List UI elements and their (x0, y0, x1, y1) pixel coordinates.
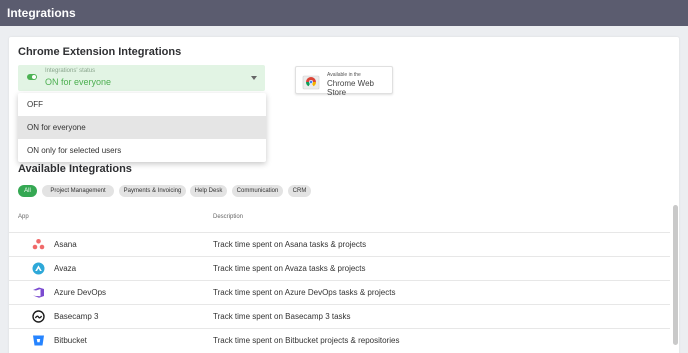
chip-help-desk[interactable]: Help Desk (190, 185, 227, 197)
app-description: Track time spent on Bitbucket projects &… (213, 336, 400, 345)
available-integrations-title: Available Integrations (18, 163, 132, 175)
content-card: Chrome Extension Integrations Integratio… (9, 37, 679, 353)
status-option-on-selected[interactable]: ON only for selected users (18, 139, 266, 162)
store-name: Chrome Web Store (327, 79, 374, 97)
app-name: Asana (54, 240, 77, 249)
basecamp-icon (32, 310, 45, 323)
table-row[interactable]: Basecamp 3 Track time spent on Basecamp … (9, 304, 670, 328)
store-caption: Available in the (327, 72, 361, 78)
chip-all[interactable]: All (18, 185, 37, 197)
app-description: Track time spent on Basecamp 3 tasks (213, 312, 351, 321)
bitbucket-icon (33, 335, 44, 346)
app-description: Track time spent on Azure DevOps tasks &… (213, 288, 396, 297)
status-option-on-everyone[interactable]: ON for everyone (18, 116, 266, 139)
chrome-web-store-icon (302, 75, 320, 90)
column-description: Description (213, 214, 244, 220)
scrollbar[interactable] (673, 205, 678, 345)
avaza-icon (32, 262, 45, 275)
status-option-off[interactable]: OFF (18, 93, 266, 116)
app-description: Track time spent on Asana tasks & projec… (213, 240, 367, 249)
table-row[interactable]: Bitbucket Track time spent on Bitbucket … (9, 328, 670, 352)
app-name: Bitbucket (54, 336, 87, 345)
chevron-down-icon[interactable] (251, 76, 257, 80)
chip-payments-invoicing[interactable]: Payments & Invoicing (119, 185, 186, 197)
table-row[interactable]: Avaza Track time spent on Avaza tasks & … (9, 256, 670, 280)
chip-crm[interactable]: CRM (288, 185, 311, 197)
asana-icon (32, 239, 45, 250)
app-name: Basecamp 3 (54, 312, 99, 321)
column-app: App (18, 214, 29, 220)
table-row[interactable]: Asana Track time spent on Asana tasks & … (9, 232, 670, 256)
app-name: Avaza (54, 264, 77, 273)
app-name: Azure DevOps (54, 288, 107, 297)
page-title: Integrations (7, 6, 76, 20)
azure-devops-icon (33, 287, 44, 298)
table-row[interactable]: Azure DevOps Track time spent on Azure D… (9, 280, 670, 304)
status-dropdown-menu: OFF ON for everyone ON only for selected… (18, 93, 266, 162)
chip-communication[interactable]: Communication (232, 185, 283, 197)
chip-project-management[interactable]: Project Management (42, 185, 114, 197)
integrations-status-select[interactable]: Integrations' status ON for everyone (18, 65, 265, 91)
status-value: ON for everyone (45, 77, 112, 87)
status-caption: Integrations' status (45, 68, 96, 74)
toggle-icon (27, 74, 37, 80)
chrome-web-store-badge[interactable]: Available in the Chrome Web Store (295, 66, 393, 97)
app-description: Track time spent on Avaza tasks & projec… (213, 264, 366, 273)
chrome-section-title: Chrome Extension Integrations (18, 46, 182, 58)
top-bar: Integrations (0, 0, 688, 26)
